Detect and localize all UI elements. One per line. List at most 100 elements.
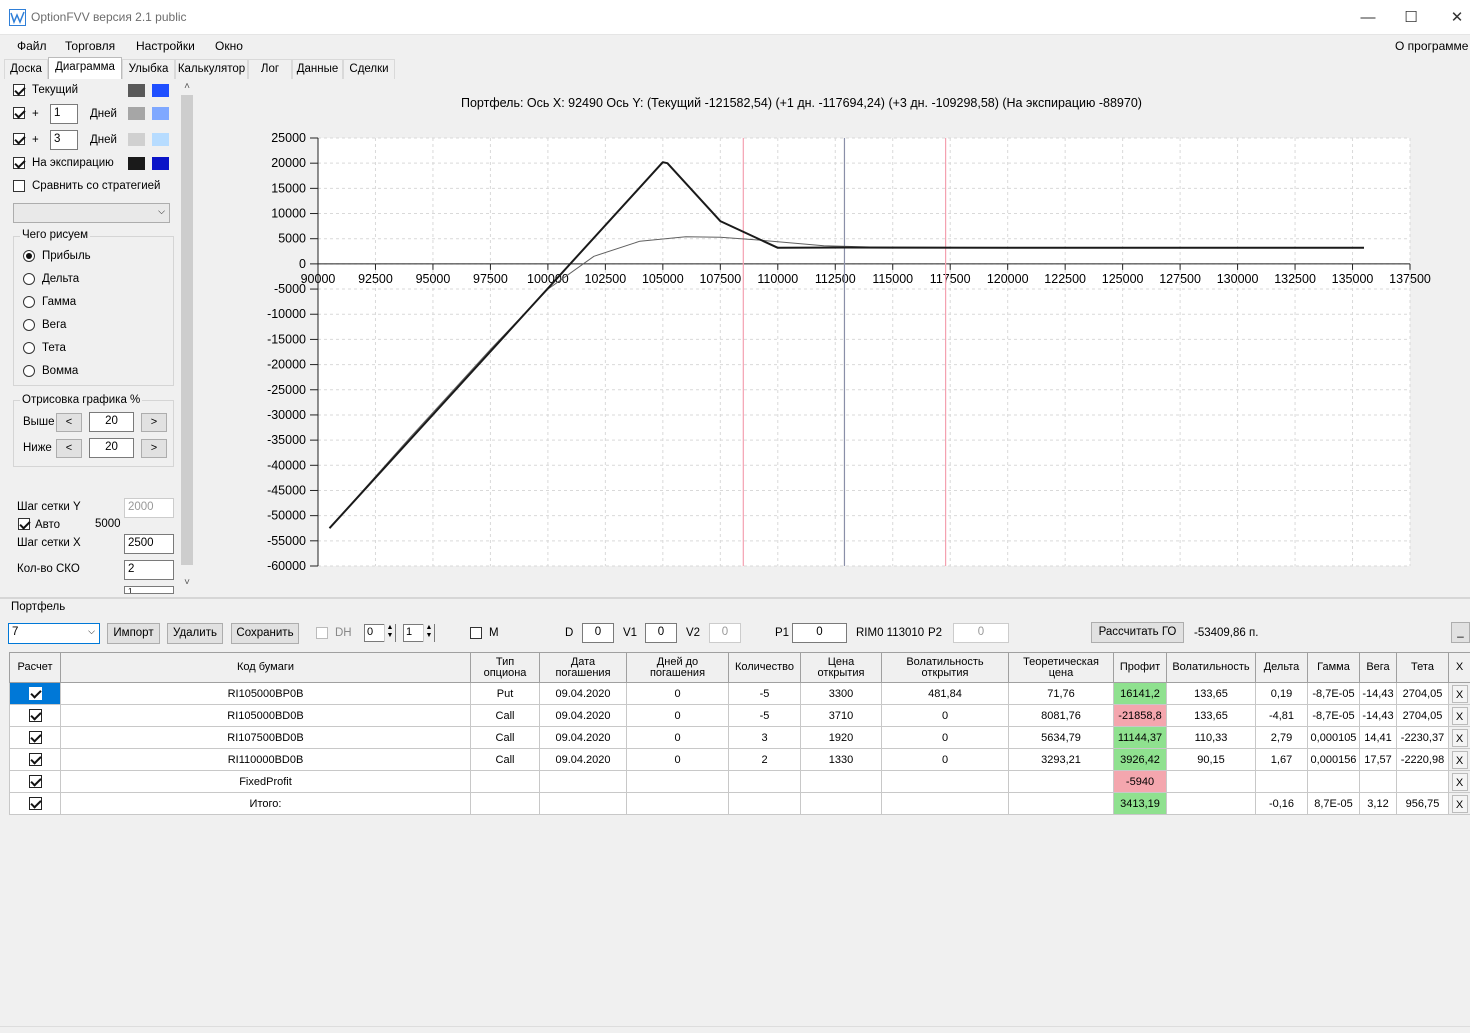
column-header[interactable]: Вега xyxy=(1359,652,1397,683)
dh-checkbox[interactable] xyxy=(316,627,328,639)
radio-theta[interactable] xyxy=(23,342,35,354)
plus-days-3-checkbox[interactable] xyxy=(13,133,25,145)
p2-input[interactable]: 0 xyxy=(953,623,1009,643)
settings-scrollbar[interactable]: ˄ ˅ xyxy=(180,81,194,591)
remove-row-button[interactable]: X xyxy=(1451,728,1468,747)
grid-y-input[interactable]: 2000 xyxy=(124,498,174,518)
table-row[interactable]: RI107500BD0B Call 09.04.2020 0 3 1920 0 5634,79… xyxy=(9,726,1470,749)
m-checkbox[interactable] xyxy=(470,627,482,639)
radio-vomma[interactable] xyxy=(23,365,35,377)
calc-cell[interactable] xyxy=(9,704,61,727)
column-header[interactable]: Дней до погашения xyxy=(626,652,729,683)
below-input[interactable]: 20 xyxy=(89,438,134,458)
splitter[interactable] xyxy=(0,597,1470,599)
tab-board[interactable]: Доска xyxy=(4,59,48,79)
d1-color-a[interactable] xyxy=(128,107,145,120)
p1-input[interactable]: 0 xyxy=(792,623,847,643)
calc-cell[interactable] xyxy=(9,726,61,749)
days-1-input[interactable]: 1 xyxy=(50,104,78,124)
calc-checkbox[interactable] xyxy=(28,775,42,788)
save-button[interactable]: Сохранить xyxy=(231,623,299,644)
payoff-chart[interactable]: 2500020000150001000050000-5000-10000-150… xyxy=(200,120,1460,590)
days-3-input[interactable]: 3 xyxy=(50,130,78,150)
close-button[interactable]: ✕ xyxy=(1447,8,1467,28)
table-row[interactable]: RI110000BD0B Call 09.04.2020 0 2 1330 0 3293,21… xyxy=(9,748,1470,771)
calculate-go-button[interactable]: Рассчитать ГО xyxy=(1091,622,1184,643)
radio-delta[interactable] xyxy=(23,273,35,285)
column-header[interactable]: Волатильность xyxy=(1166,652,1256,683)
exp-color-a[interactable] xyxy=(128,157,145,170)
import-button[interactable]: Импорт xyxy=(107,623,160,644)
table-row[interactable]: Итого: 3413,19 -0,16 8,7E-05 3,12 956,75 X xyxy=(9,792,1470,815)
v2-input[interactable]: 0 xyxy=(709,623,741,643)
d1-color-b[interactable] xyxy=(152,107,169,120)
next-input[interactable]: 1 xyxy=(124,586,174,594)
table-row[interactable]: FixedProfit -5940 X xyxy=(9,770,1470,793)
portfolio-select[interactable]: 7 ⌵ xyxy=(8,623,100,644)
sko-input[interactable]: 2 xyxy=(124,560,174,580)
column-header[interactable]: X xyxy=(1448,652,1470,683)
above-decrease-button[interactable]: < xyxy=(56,413,82,432)
table-row[interactable]: RI105000BD0B Call 09.04.2020 0 -5 3710 0 8081,7… xyxy=(9,704,1470,727)
column-header[interactable]: Тета xyxy=(1396,652,1449,683)
calc-checkbox[interactable] xyxy=(28,731,42,744)
calc-cell[interactable] xyxy=(9,682,61,705)
column-header[interactable]: Расчет xyxy=(9,652,61,683)
column-header[interactable]: Волатильность открытия xyxy=(881,652,1009,683)
remove-row-button[interactable]: X xyxy=(1451,750,1468,769)
scroll-thumb[interactable] xyxy=(181,95,193,565)
column-header[interactable]: Дата погашения xyxy=(539,652,627,683)
calc-checkbox[interactable] xyxy=(28,753,42,766)
d-input[interactable]: 0 xyxy=(582,623,614,643)
minimize-button[interactable]: — xyxy=(1358,8,1378,28)
radio-gamma[interactable] xyxy=(23,296,35,308)
calc-checkbox[interactable] xyxy=(28,797,42,810)
d3-color-b[interactable] xyxy=(152,133,169,146)
scroll-up-icon[interactable]: ˄ xyxy=(180,81,194,92)
below-increase-button[interactable]: > xyxy=(141,439,167,458)
d3-color-a[interactable] xyxy=(128,133,145,146)
tab-data[interactable]: Данные xyxy=(292,59,343,79)
tab-deals[interactable]: Сделки xyxy=(343,59,395,79)
column-header[interactable]: Количество xyxy=(728,652,801,683)
column-header[interactable]: Тип опциона xyxy=(470,652,540,683)
radio-profit[interactable] xyxy=(23,250,35,262)
grid-x-input[interactable]: 2500 xyxy=(124,534,174,554)
plus-days-1-checkbox[interactable] xyxy=(13,107,25,119)
menu-trading[interactable]: Торговля xyxy=(65,39,115,53)
column-header[interactable]: Цена открытия xyxy=(800,652,882,683)
minimize-panel-button[interactable]: _ xyxy=(1451,622,1470,643)
above-input[interactable]: 20 xyxy=(89,412,134,432)
scroll-down-icon[interactable]: ˅ xyxy=(180,577,194,588)
spin-2-arrows-icon[interactable]: ▲ ▼ xyxy=(423,624,434,642)
current-color-a[interactable] xyxy=(128,84,145,97)
menu-about[interactable]: О программе xyxy=(1395,39,1468,53)
menu-file[interactable]: Файл xyxy=(17,39,47,53)
compare-strategy-checkbox[interactable] xyxy=(13,180,25,192)
delete-button[interactable]: Удалить xyxy=(167,623,223,644)
calc-cell[interactable] xyxy=(9,748,61,771)
column-header[interactable]: Профит xyxy=(1113,652,1167,683)
remove-row-button[interactable]: X xyxy=(1451,794,1468,813)
radio-vega[interactable] xyxy=(23,319,35,331)
menu-window[interactable]: Окно xyxy=(215,39,243,53)
column-header[interactable]: Теоретическая цена xyxy=(1008,652,1114,683)
tab-diagram[interactable]: Диаграмма xyxy=(48,57,122,79)
tab-smile[interactable]: Улыбка xyxy=(122,59,175,79)
tab-calculator[interactable]: Калькулятор xyxy=(175,59,248,79)
menu-settings[interactable]: Настройки xyxy=(136,39,195,53)
calc-checkbox[interactable] xyxy=(28,687,42,700)
current-checkbox[interactable] xyxy=(13,84,25,96)
calc-cell[interactable] xyxy=(9,770,61,793)
auto-checkbox[interactable] xyxy=(18,518,30,530)
strategy-select[interactable]: ⌵ xyxy=(13,203,170,223)
above-increase-button[interactable]: > xyxy=(141,413,167,432)
column-header[interactable]: Код бумаги xyxy=(60,652,471,683)
column-header[interactable]: Дельта xyxy=(1255,652,1308,683)
tab-log[interactable]: Лог xyxy=(248,59,292,79)
exp-color-b[interactable] xyxy=(152,157,169,170)
spin-1-arrows-icon[interactable]: ▲ ▼ xyxy=(384,624,395,642)
calc-cell[interactable] xyxy=(9,792,61,815)
current-color-b[interactable] xyxy=(152,84,169,97)
remove-row-button[interactable]: X xyxy=(1451,772,1468,791)
